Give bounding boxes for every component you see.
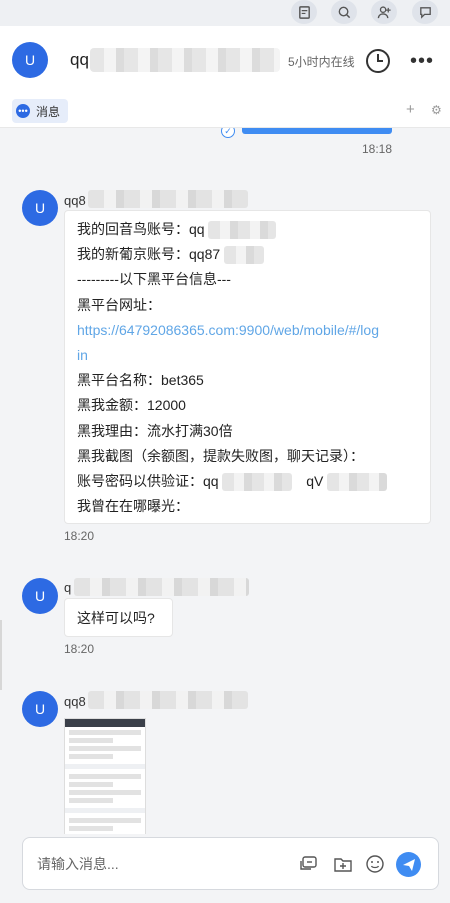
message-bubble-icon: ••• bbox=[16, 104, 30, 118]
line-text: 黑我理由：流水打满30倍 bbox=[77, 422, 233, 439]
redacted-text bbox=[327, 473, 388, 492]
chat-bubble-icon[interactable] bbox=[412, 0, 438, 24]
window-edge bbox=[0, 620, 2, 690]
message-bubble[interactable]: 我的回音鸟账号：qq 我的新葡京账号：qq87 ---------以下黑平台信息… bbox=[64, 210, 431, 524]
line-text: 我的回音鸟账号：qq bbox=[77, 221, 205, 237]
more-options-button[interactable]: ••• bbox=[410, 51, 434, 71]
sender-avatar[interactable]: U bbox=[22, 190, 58, 226]
read-check-icon: ✓ bbox=[221, 128, 235, 138]
sender-avatar[interactable]: U bbox=[22, 578, 58, 614]
message-line: 我的回音鸟账号：qq bbox=[77, 217, 418, 242]
image-message-thumbnail[interactable] bbox=[64, 718, 146, 834]
line-text: 黑平台名称：bet365 bbox=[77, 372, 204, 389]
sender-name: qq8 bbox=[64, 694, 86, 709]
redacted-text bbox=[224, 246, 265, 265]
message-bubble[interactable]: 这样可以吗? bbox=[64, 598, 173, 637]
notes-icon[interactable] bbox=[291, 0, 317, 24]
conversation-header: U qq 5小时内在线 ••• bbox=[0, 26, 450, 92]
sender-name-redacted bbox=[88, 691, 248, 709]
add-file-icon[interactable] bbox=[332, 853, 354, 875]
sender-avatar[interactable]: U bbox=[22, 691, 58, 727]
platform-url-link[interactable]: https://64792086365.com:9900/web/mobile/… bbox=[77, 318, 418, 343]
add-contact-icon[interactable] bbox=[371, 0, 397, 24]
line-text: qV bbox=[306, 472, 324, 489]
sender-name: q bbox=[64, 580, 72, 595]
message-line: 账号密码以供验证：qq qV bbox=[77, 469, 418, 494]
session-tabs: ••• 消息 + ⚙ bbox=[0, 92, 450, 128]
platform-url-link-cont[interactable]: in bbox=[77, 343, 418, 368]
contact-name-redacted bbox=[90, 48, 280, 72]
search-history-icon[interactable] bbox=[331, 0, 357, 24]
tab-messages-label: 消息 bbox=[36, 104, 61, 119]
message-time: 18:20 bbox=[64, 642, 95, 656]
message-time: 18:20 bbox=[64, 529, 95, 543]
top-toolbar bbox=[0, 0, 450, 26]
outgoing-message-fragment bbox=[242, 128, 392, 134]
line-text: 黑我金额：12000 bbox=[77, 397, 186, 414]
line-text: 我的新葡京账号：qq87 bbox=[77, 246, 221, 263]
message-composer bbox=[22, 837, 439, 890]
settings-gear-icon[interactable]: ⚙ bbox=[431, 103, 442, 117]
contact-avatar[interactable]: U bbox=[12, 42, 48, 78]
sender-name-redacted bbox=[88, 190, 248, 208]
message-line: 我的新葡京账号：qq87 bbox=[77, 242, 418, 267]
line-text: 黑我截图（余额图，提款失败图，聊天记录）： bbox=[77, 447, 364, 464]
quick-reply-icon[interactable] bbox=[298, 853, 320, 875]
line-text: 账号密码以供验证：qq bbox=[77, 472, 219, 489]
send-button[interactable] bbox=[396, 852, 421, 877]
emoji-icon[interactable] bbox=[364, 853, 386, 875]
chat-history[interactable]: ✓ 18:18 U qq8 我的回音鸟账号：qq 我的新葡京账号：qq87 --… bbox=[0, 128, 450, 834]
add-tab-icon[interactable]: + bbox=[406, 101, 415, 118]
tab-messages[interactable]: ••• 消息 bbox=[12, 99, 69, 123]
line-text: 黑平台网址： bbox=[77, 296, 161, 313]
history-clock-icon[interactable] bbox=[365, 48, 391, 74]
online-status: 5小时内在线 bbox=[288, 55, 355, 69]
sender-name: qq8 bbox=[64, 193, 86, 208]
line-text: ---------以下黑平台信息--- bbox=[77, 271, 231, 288]
message-input[interactable] bbox=[37, 852, 287, 876]
message-time: 18:18 bbox=[362, 142, 393, 156]
contact-name: qq bbox=[70, 50, 89, 69]
redacted-text bbox=[208, 221, 277, 240]
send-icon bbox=[402, 858, 415, 871]
line-text: 我曾在在哪曝光： bbox=[77, 498, 189, 515]
redacted-text bbox=[222, 473, 293, 492]
sender-name-redacted bbox=[74, 578, 249, 596]
